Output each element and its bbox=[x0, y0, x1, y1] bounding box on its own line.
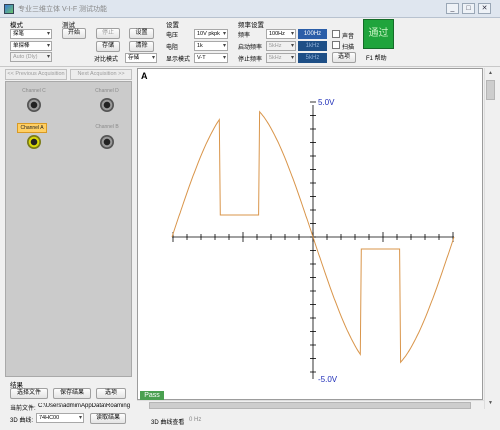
mode-group-label: 模式 bbox=[10, 22, 23, 29]
resistor-label: 电阻 bbox=[166, 45, 179, 51]
start-freq-display: 1kHz bbox=[298, 41, 327, 51]
minimize-button[interactable]: _ bbox=[446, 3, 459, 14]
start-button[interactable]: 开始 bbox=[62, 28, 86, 39]
sound-checkbox[interactable] bbox=[332, 30, 340, 38]
channel-d-label[interactable]: Channel D bbox=[94, 88, 120, 94]
scan-checkbox[interactable] bbox=[332, 41, 340, 49]
channel-c-jack-icon[interactable] bbox=[27, 98, 41, 112]
scope-display: A 5.0V -5.0V Pass bbox=[137, 68, 483, 401]
waveform-plot bbox=[171, 101, 455, 379]
options-button[interactable]: 选项 bbox=[332, 52, 356, 63]
curve-3d-select[interactable]: 74HC00 bbox=[36, 413, 84, 423]
stop-freq-select[interactable]: 5kHz bbox=[266, 53, 296, 63]
settings-button[interactable]: 设置 bbox=[129, 28, 154, 39]
curve-view-label: 3D 曲线查看 bbox=[151, 420, 185, 426]
freq-select[interactable]: 100Hz bbox=[266, 29, 296, 39]
close-button[interactable]: ✕ bbox=[478, 3, 491, 14]
channel-b-jack-icon[interactable] bbox=[100, 135, 114, 149]
help-label[interactable]: F1 帮助 bbox=[366, 53, 387, 62]
channel-d-jack-icon[interactable] bbox=[100, 98, 114, 112]
start-freq-label: 启动频率 bbox=[238, 45, 263, 51]
curve-view-value: 0 Hz bbox=[189, 417, 202, 423]
compare-mode-select[interactable]: 存储 bbox=[125, 53, 157, 63]
channel-b-label[interactable]: Channel B bbox=[94, 124, 120, 130]
freq-label: 频率 bbox=[238, 33, 251, 39]
voltage-label: 电压 bbox=[166, 33, 179, 39]
channel-a-label[interactable]: Channel A bbox=[17, 123, 47, 133]
start-freq-select[interactable]: 5kHz bbox=[266, 41, 296, 51]
current-file-label: 当前文件: bbox=[10, 406, 36, 412]
vmin-label: -5.0V bbox=[318, 375, 338, 384]
stop-freq-display: 5kHz bbox=[298, 53, 327, 63]
clear-button[interactable]: 清除 bbox=[129, 41, 154, 52]
freq-display: 100Hz bbox=[298, 29, 327, 39]
mode-select[interactable]: 探笔 bbox=[10, 29, 52, 39]
maximize-button[interactable]: □ bbox=[462, 3, 475, 14]
curve-3d-label: 3D 曲线: bbox=[10, 418, 34, 424]
sound-label: 声音 bbox=[342, 34, 355, 40]
h-scroll-thumb[interactable] bbox=[149, 402, 471, 409]
auto-select[interactable]: Auto (Dly) bbox=[10, 52, 52, 62]
current-file-path: C:\Users\admin\AppData\Roaming\Micr bbox=[38, 403, 130, 409]
next-acquisition-button[interactable]: Next Acquisition >> bbox=[70, 69, 132, 80]
scroll-thumb[interactable] bbox=[486, 80, 495, 100]
frequency-group-label: 频率设置 bbox=[238, 22, 264, 29]
scroll-up-icon[interactable]: ▲ bbox=[486, 69, 495, 78]
probe-select[interactable]: 单探棒 bbox=[10, 41, 52, 51]
stop-freq-label: 停止频率 bbox=[238, 57, 263, 63]
previous-acquisition-button[interactable]: << Previous Acquisition bbox=[5, 69, 67, 80]
results-options-button[interactable]: 选项 bbox=[96, 388, 126, 399]
title-bar: 专业三维立体 V-I-F 测试功能 _ □ ✕ bbox=[0, 0, 500, 18]
resistor-select[interactable]: 1k bbox=[194, 41, 228, 51]
status-bar: 3D 曲线查看 0 Hz bbox=[137, 410, 500, 430]
vertical-scrollbar[interactable]: ▲ ▼ bbox=[484, 68, 495, 409]
channel-a-jack-icon[interactable] bbox=[27, 135, 41, 149]
app-icon bbox=[4, 4, 14, 14]
window-title: 专业三维立体 V-I-F 测试功能 bbox=[18, 6, 108, 13]
scroll-down-icon[interactable]: ▼ bbox=[486, 399, 495, 408]
display-mode-select[interactable]: V-T bbox=[194, 53, 228, 63]
vmax-label: 5.0V bbox=[318, 98, 335, 107]
pass-status-indicator: 通过 bbox=[363, 19, 394, 49]
save-result-button[interactable]: 保存结果 bbox=[53, 388, 91, 399]
select-file-button[interactable]: 选择文件 bbox=[10, 388, 48, 399]
channel-c-label[interactable]: Channel C bbox=[21, 88, 47, 94]
display-mode-label: 显示模式 bbox=[166, 57, 191, 63]
voltage-select[interactable]: 10V pkpk bbox=[194, 29, 228, 39]
compare-mode-label: 对比模式 bbox=[94, 57, 119, 63]
channel-panel: Channel C Channel D Channel A Channel B bbox=[5, 81, 132, 377]
settings-group-label: 设置 bbox=[166, 22, 179, 29]
stop-button[interactable]: 停止 bbox=[96, 28, 120, 39]
scan-label: 扫描 bbox=[342, 45, 355, 51]
save-button[interactable]: 存储 bbox=[96, 41, 120, 52]
read-result-button[interactable]: 读取结果 bbox=[90, 413, 126, 424]
toolbar-separator bbox=[0, 66, 500, 67]
horizontal-scrollbar[interactable] bbox=[137, 400, 484, 410]
